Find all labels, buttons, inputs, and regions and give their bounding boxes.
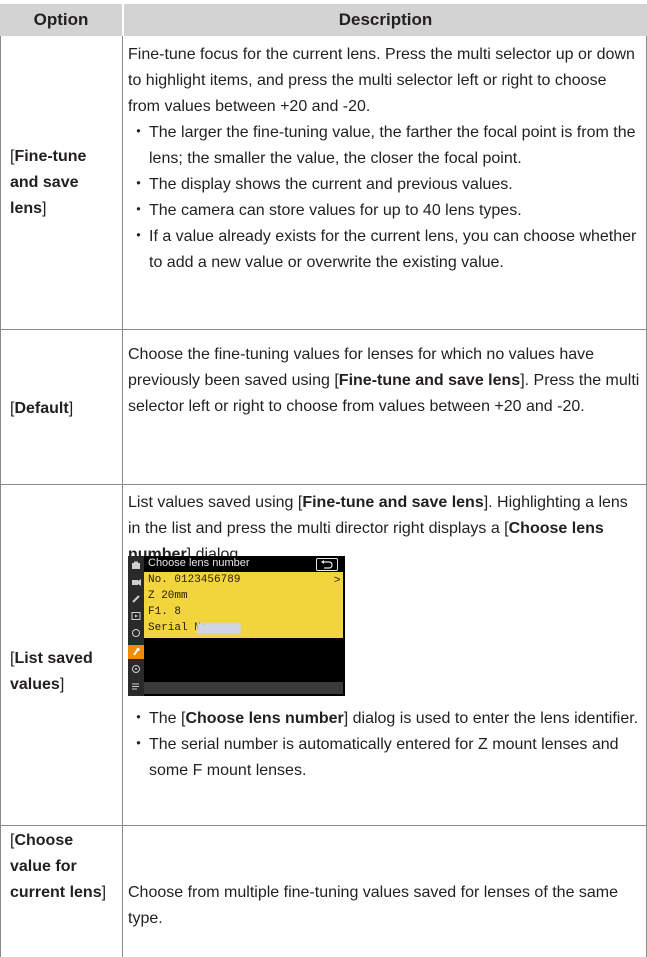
movie-icon xyxy=(132,579,141,586)
wrench-icon xyxy=(133,647,140,656)
network-icon xyxy=(132,665,140,673)
pencil-icon xyxy=(132,595,140,603)
option-list-saved-values: [List saved values] xyxy=(10,650,93,693)
list-item: ・ The larger the fine-tuning value, the f… xyxy=(130,124,636,167)
lens-number: No. 0123456789 xyxy=(148,574,241,586)
help-bar xyxy=(144,682,343,694)
option-choose-value-for-current-lens: [Choose value for current lens] xyxy=(10,832,107,901)
option-fine-tune-and-save-lens: [Fine-tune and save lens] xyxy=(10,148,87,217)
list-item: ・ The camera can store values for up to 4… xyxy=(130,202,522,219)
lens-name: Z 20mm xyxy=(148,590,188,602)
option-default: [Default] xyxy=(10,400,74,417)
description-list-saved-notes: ・ The [Choose lens number] dialog is used… xyxy=(128,706,640,784)
description-choose-value: Choose from multiple fine-tuning values … xyxy=(128,884,619,927)
camera-icon xyxy=(132,561,140,569)
header-option: Option xyxy=(33,10,89,29)
list-item: ・ The [Choose lens number] dialog is used… xyxy=(130,710,639,727)
camera-screen: Choose lens number No. 0123456789 > Z 20… xyxy=(128,556,345,696)
chevron-right-icon: > xyxy=(334,574,341,586)
description-default: Choose the fine-tuning values for lenses… xyxy=(128,346,640,415)
description-text: Fine-tune focus for the current lens. Pr… xyxy=(128,46,635,115)
serial-number-blurred xyxy=(197,623,241,634)
dialog-title: Choose lens number xyxy=(148,557,250,569)
list-item: ・ The display shows the current and previ… xyxy=(130,176,513,193)
list-item: ・ If a value already exists for the curre… xyxy=(130,228,637,271)
list-item: ・ The serial number is automatically ente… xyxy=(130,736,619,779)
table-header: Option Description xyxy=(0,4,647,36)
lens-aperture: F1. 8 xyxy=(148,606,182,618)
back-icon xyxy=(316,558,338,571)
settings-table: Option Description [Fine-tune and save l… xyxy=(0,0,647,957)
playback-icon xyxy=(131,612,141,620)
description-fine-tune: Fine-tune focus for the current lens. Pr… xyxy=(128,42,640,276)
retouch-icon xyxy=(132,629,140,637)
header-description: Description xyxy=(338,10,433,29)
my-menu-icon xyxy=(132,683,139,690)
